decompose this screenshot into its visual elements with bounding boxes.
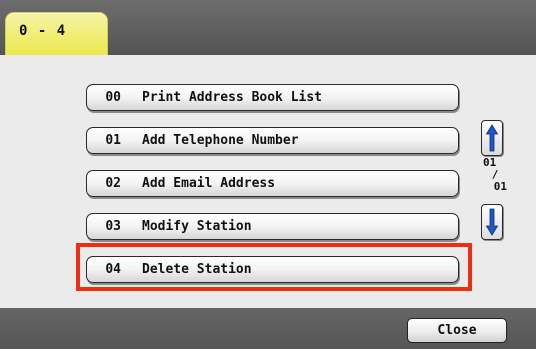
menu-item-add-telephone-number[interactable]: 01 Add Telephone Number [86, 127, 459, 154]
menu-item-label: Print Address Book List [142, 90, 323, 105]
tab-active[interactable]: 0 - 4 [5, 12, 108, 55]
menu-item-number: 01 [105, 133, 121, 148]
selection-highlight [76, 243, 472, 291]
menu-item-label: Add Email Address [142, 176, 276, 191]
menu-item-add-email-address[interactable]: 02 Add Email Address [86, 170, 459, 197]
page-indicator: 01 / 01 [483, 157, 507, 199]
menu-item-label: Add Telephone Number [142, 133, 299, 148]
menu-item-number: 00 [105, 90, 121, 105]
menu-item-print-address-book-list[interactable]: 00 Print Address Book List [86, 84, 459, 111]
menu-item-modify-station[interactable]: 03 Modify Station [86, 213, 459, 240]
scroll-down-button[interactable] [481, 204, 503, 240]
page-total: 01 [493, 180, 507, 193]
close-button[interactable]: Close [407, 318, 507, 343]
arrow-down-icon [486, 208, 498, 236]
menu-item-number: 03 [105, 219, 121, 234]
scroll-up-button[interactable] [481, 120, 503, 156]
close-button-label: Close [437, 323, 477, 338]
arrow-up-icon [486, 124, 498, 152]
menu-item-label: Modify Station [142, 219, 252, 234]
menu-item-number: 02 [105, 176, 121, 191]
